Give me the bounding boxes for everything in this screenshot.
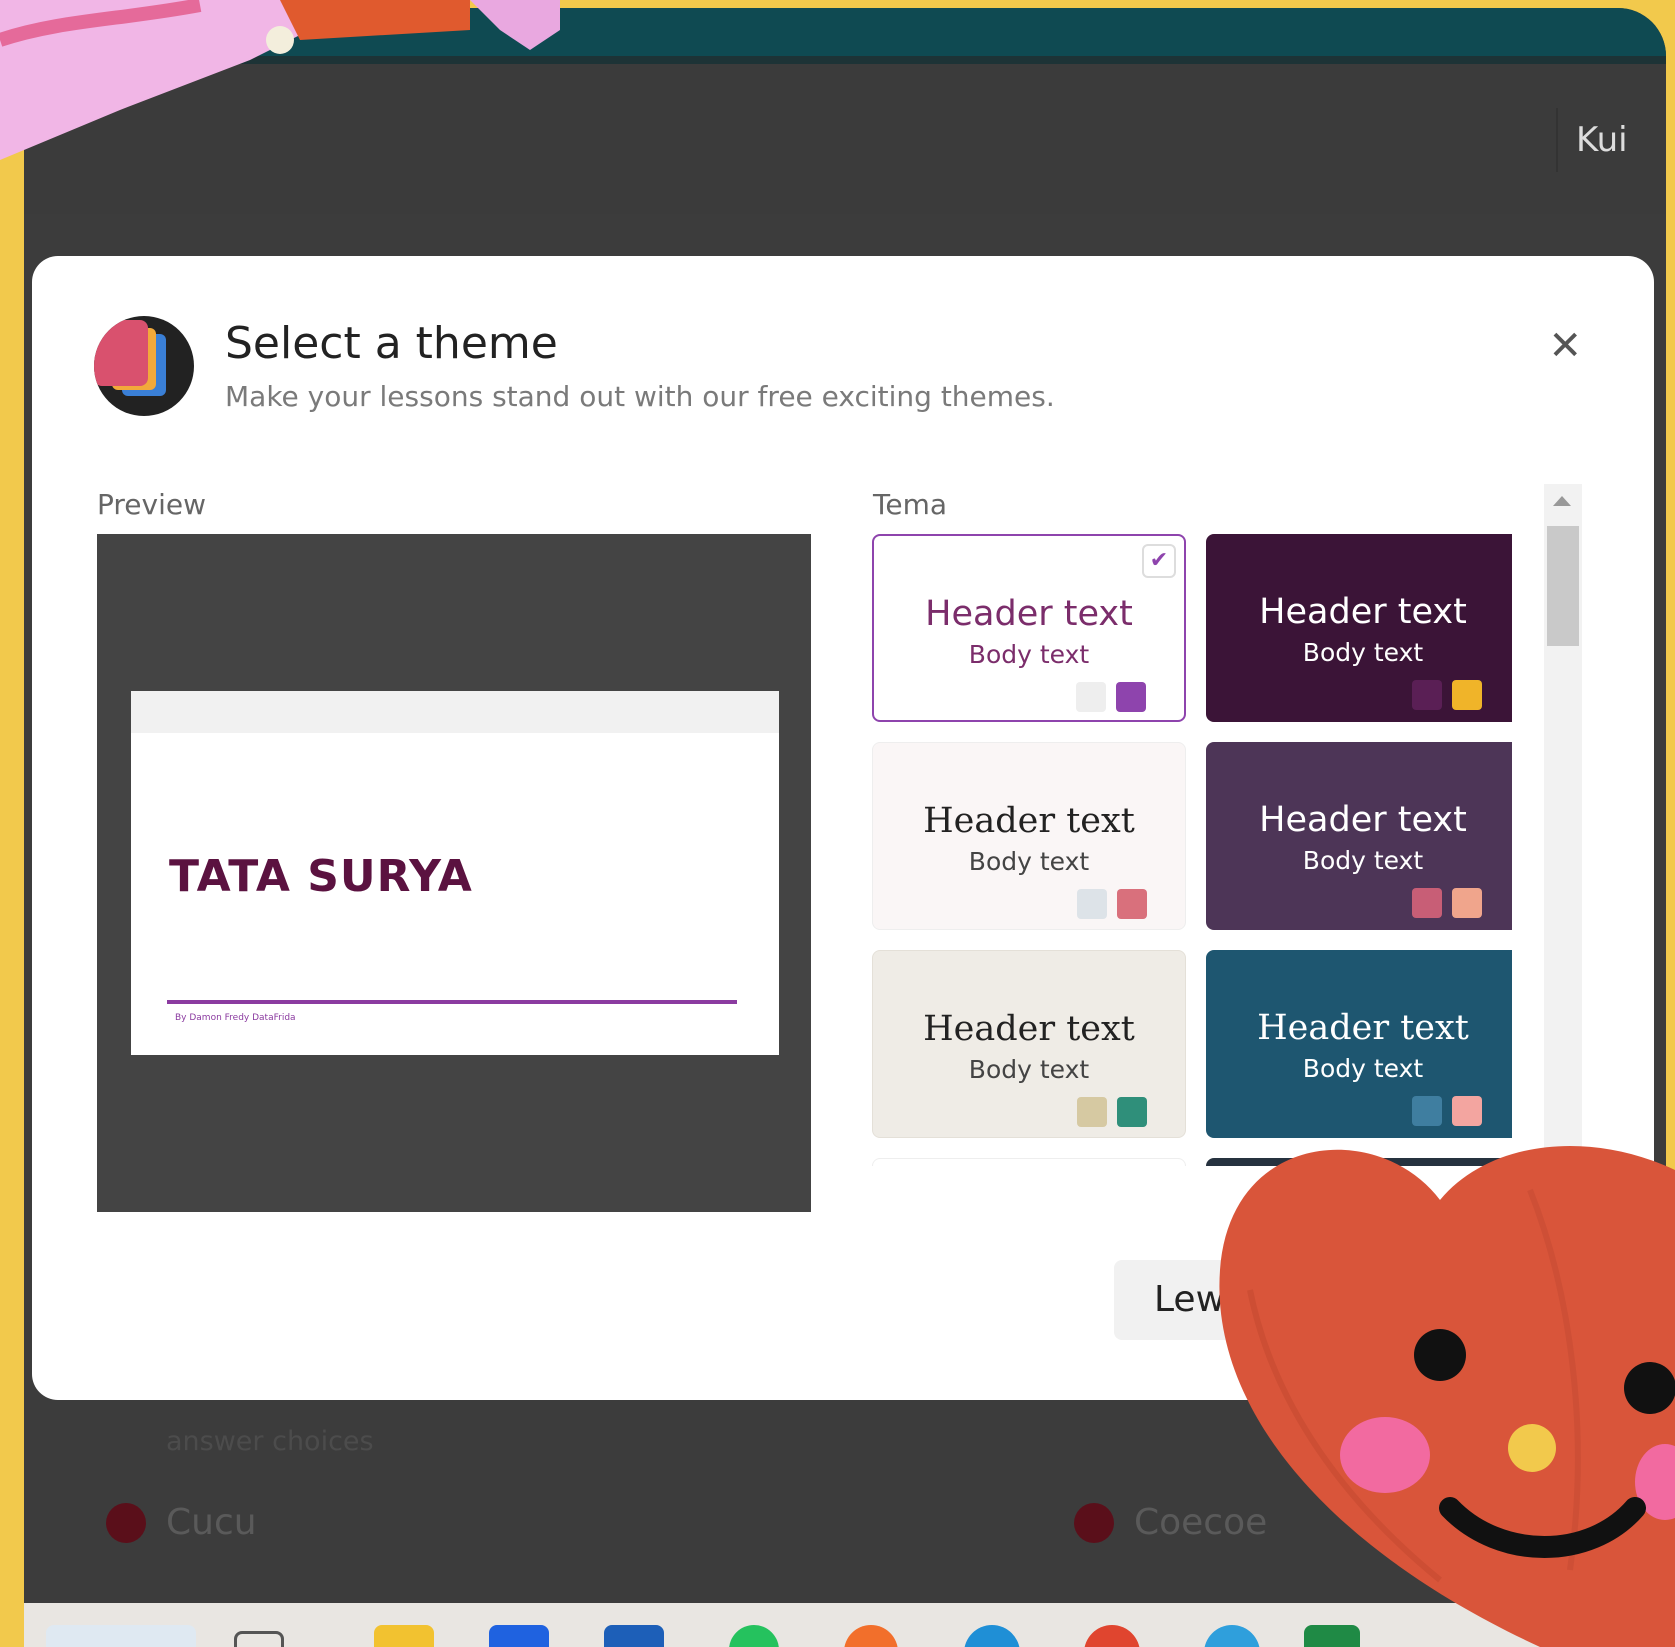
theme-header-text: Header text: [1259, 800, 1467, 840]
theme-body-text: Body text: [968, 1055, 1090, 1084]
theme-swatch: [1076, 682, 1106, 712]
slide-divider: [167, 1000, 737, 1004]
answer-choice-1[interactable]: Cucu: [106, 1502, 257, 1543]
task-view-icon[interactable]: [234, 1631, 284, 1647]
heart-sticker-decoration: [1219, 1146, 1675, 1647]
theme-label: Tema: [873, 488, 948, 521]
modal-title: Select a theme: [225, 318, 558, 369]
file-explorer-icon[interactable]: [374, 1625, 434, 1647]
modal-subtitle: Make your lessons stand out with our fre…: [225, 380, 1055, 413]
brush-stroke-decoration: [0, 0, 560, 160]
theme-swatch: [1117, 1097, 1147, 1127]
preview-label: Preview: [97, 488, 206, 521]
mail-icon[interactable]: [604, 1625, 664, 1647]
theme-scrollbar[interactable]: [1544, 484, 1582, 1174]
slide-author: By Damon Fredy DataFrida: [175, 1013, 296, 1023]
theme-card[interactable]: Header text Body text: [872, 950, 1186, 1138]
theme-logo-icon: [94, 316, 194, 416]
theme-card[interactable]: Header text Body text: [1206, 950, 1512, 1138]
theme-header-text: Header text: [1259, 592, 1467, 632]
theme-grid: ✔ Header text Body text Header text Body…: [872, 534, 1512, 1166]
preview-panel: TATA SURYA By Damon Fredy DataFrida: [97, 534, 811, 1212]
theme-body-text: Body text: [968, 847, 1090, 876]
answer-choices-label: answer choices: [166, 1426, 374, 1457]
quiz-tab[interactable]: Kui: [1556, 108, 1666, 172]
preview-slide: TATA SURYA By Damon Fredy DataFrida: [131, 691, 779, 1055]
edge-icon[interactable]: [964, 1625, 1020, 1647]
theme-header-text: Header text: [923, 1009, 1135, 1049]
theme-body-text: Body text: [1302, 1054, 1424, 1083]
app-icon[interactable]: [489, 1625, 549, 1647]
theme-swatch: [1452, 680, 1482, 710]
scroll-thumb[interactable]: [1547, 526, 1579, 646]
theme-header-text: Header text: [925, 594, 1133, 634]
theme-card[interactable]: Header text Body text: [1206, 742, 1512, 930]
firefox-icon[interactable]: [844, 1625, 898, 1647]
answer-color-dot: [106, 1502, 146, 1543]
theme-body-text: Body text: [968, 640, 1090, 669]
theme-swatch: [1077, 1097, 1107, 1127]
theme-body-text: Body text: [1302, 638, 1424, 667]
theme-card[interactable]: ✔ Header text Body text: [872, 534, 1186, 722]
answer-text: Cucu: [166, 1502, 257, 1543]
close-icon[interactable]: ✕: [1548, 326, 1582, 366]
widgets-icon[interactable]: [46, 1625, 196, 1647]
theme-swatch: [1412, 680, 1442, 710]
theme-swatch: [1077, 889, 1107, 919]
answer-color-dot: [1074, 1502, 1114, 1543]
theme-header-text: Header text: [923, 801, 1135, 841]
theme-card[interactable]: [872, 1158, 1186, 1166]
theme-swatch: [1452, 1096, 1482, 1126]
theme-swatch: [1412, 888, 1442, 918]
chrome-icon[interactable]: [1084, 1625, 1140, 1647]
theme-swatch: [1116, 682, 1146, 712]
theme-swatch: [1452, 888, 1482, 918]
theme-header-text: Header text: [1257, 1008, 1469, 1048]
theme-card[interactable]: Header text Body text: [872, 742, 1186, 930]
theme-body-text: Body text: [1302, 846, 1424, 875]
checkmark-icon: ✔: [1142, 544, 1176, 578]
scroll-up-icon[interactable]: [1553, 496, 1571, 506]
theme-card[interactable]: Header text Body text: [1206, 534, 1512, 722]
theme-swatch: [1117, 889, 1147, 919]
whatsapp-icon[interactable]: [729, 1625, 779, 1647]
slide-title: TATA SURYA: [169, 851, 473, 902]
theme-swatch: [1412, 1096, 1442, 1126]
